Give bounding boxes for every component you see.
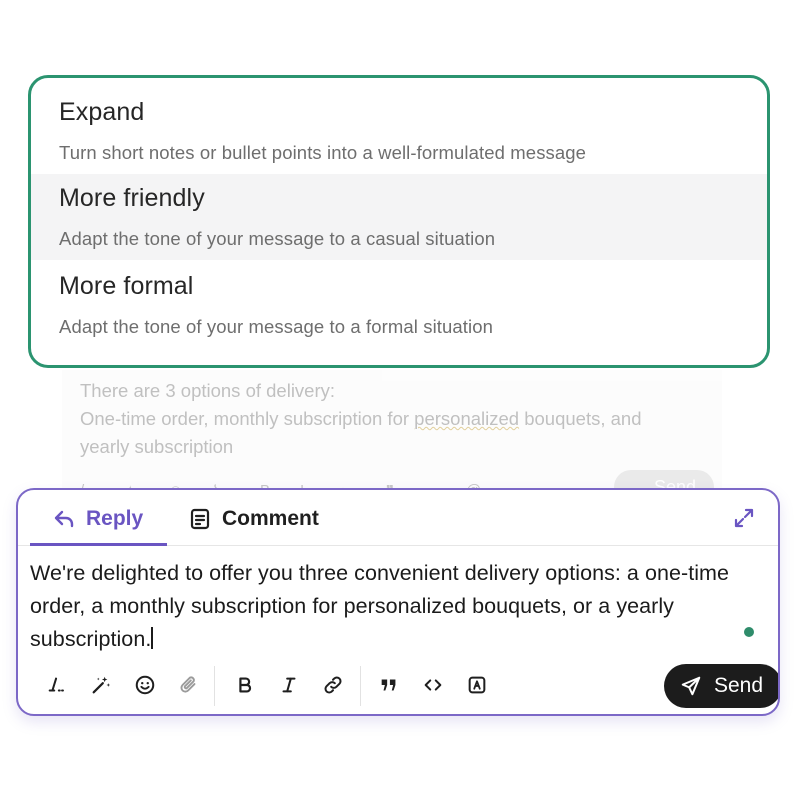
ai-option-description: Turn short notes or bullet points into a… [59, 142, 587, 163]
bold-icon[interactable] [232, 672, 258, 698]
spellcheck-word: personalized [414, 408, 520, 429]
toolbar-divider [360, 666, 361, 706]
text-format-icon[interactable] [44, 672, 70, 698]
paper-plane-icon [681, 676, 701, 696]
ghost-text-line: There are 3 options of delivery: [80, 380, 336, 401]
quote-icon[interactable] [376, 672, 402, 698]
ai-option-title: Expand [59, 98, 145, 126]
status-dot [744, 627, 754, 637]
magic-wand-icon[interactable] [88, 672, 114, 698]
reply-arrow-icon [52, 507, 76, 531]
ai-option-title: More friendly [59, 184, 205, 212]
ghost-text-line: One-time order, monthly subscription for… [80, 408, 642, 430]
ai-option-description: Adapt the tone of your message to a form… [59, 316, 494, 337]
active-tab-indicator [30, 543, 167, 546]
mention-icon[interactable] [464, 672, 490, 698]
reply-composer: Reply Comment We're delighted to offer y… [16, 488, 780, 716]
ghost-text-line: yearly subscription [80, 436, 234, 457]
tab-comment[interactable]: Comment [188, 506, 319, 532]
attachment-icon[interactable] [176, 672, 202, 698]
tab-label: Comment [222, 507, 319, 530]
ghost-text-segment: One-time order, monthly subscription for [80, 408, 415, 429]
link-icon[interactable] [320, 672, 346, 698]
ai-option-more-formal[interactable]: More formal Adapt the tone of your messa… [31, 260, 767, 346]
message-editor[interactable]: We're delighted to offer you three conve… [30, 557, 770, 656]
composer-tabs: Reply Comment [18, 490, 778, 546]
note-icon [188, 507, 212, 531]
ai-option-description: Adapt the tone of your message to a casu… [59, 228, 496, 249]
expand-icon[interactable] [732, 506, 756, 530]
send-button[interactable]: Send [664, 664, 778, 708]
ghost-text-segment: bouquets, and [519, 408, 642, 429]
code-icon[interactable] [420, 672, 446, 698]
ai-option-more-friendly[interactable]: More friendly Adapt the tone of your mes… [31, 174, 767, 260]
toolbar-divider [214, 666, 215, 706]
ai-option-expand[interactable]: Expand Turn short notes or bullet points… [31, 78, 767, 174]
text-caret [151, 627, 153, 649]
tab-label: Reply [86, 507, 144, 530]
italic-icon[interactable] [276, 672, 302, 698]
formatting-toolbar: Send [30, 664, 778, 708]
emoji-icon[interactable] [132, 672, 158, 698]
message-text: We're delighted to offer you three conve… [30, 561, 730, 651]
tab-reply[interactable]: Reply [52, 506, 143, 532]
ai-option-title: More formal [59, 272, 194, 300]
send-label: Send [714, 674, 764, 697]
ai-options-menu: Expand Turn short notes or bullet points… [28, 75, 770, 368]
